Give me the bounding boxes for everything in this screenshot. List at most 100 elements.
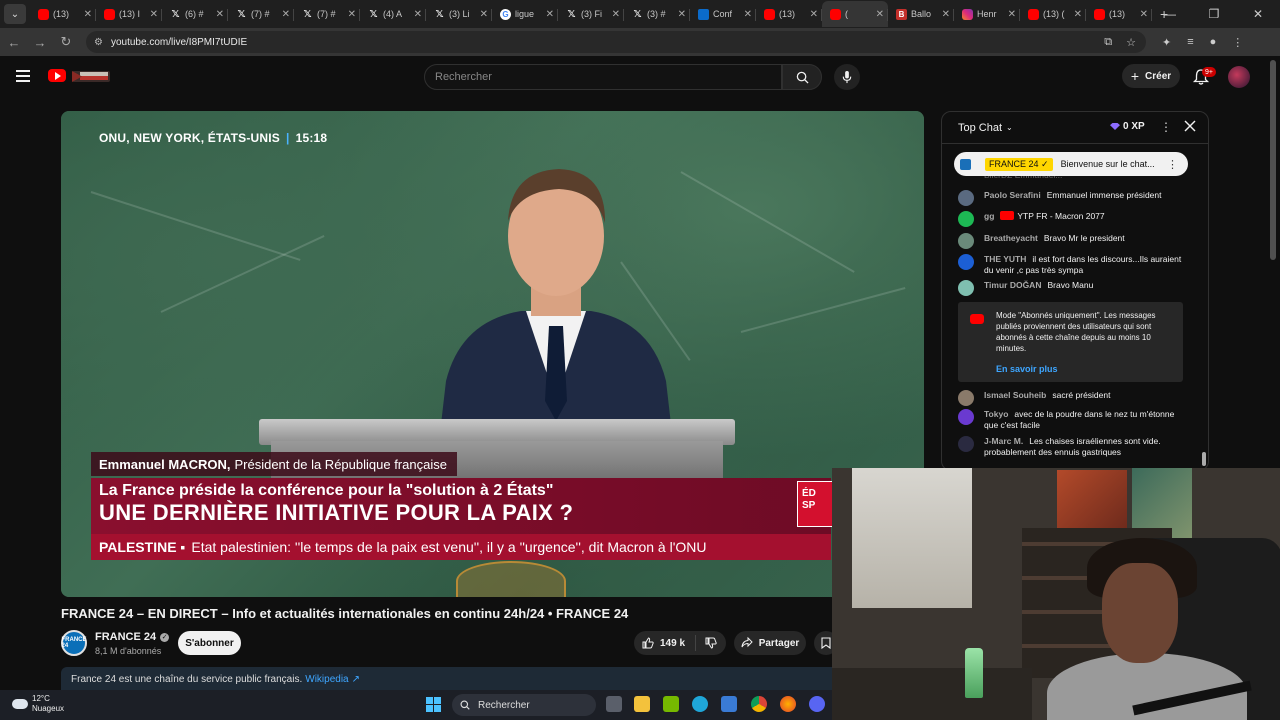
tab-close-icon[interactable]: ✕ [744, 9, 752, 20]
chat-avatar[interactable] [958, 390, 974, 406]
browser-tab[interactable]: (13) (✕ [1020, 1, 1086, 27]
channel-name-row[interactable]: FRANCE 24 ✓ [95, 631, 170, 643]
browser-tab[interactable]: (✕ [822, 1, 888, 27]
create-button[interactable]: + Créer [1122, 64, 1180, 88]
browser-tab[interactable]: Gligue ✕ [492, 1, 558, 27]
chat-author[interactable]: Ismael Souheib [984, 390, 1046, 400]
close-icon[interactable] [1182, 118, 1198, 134]
chat-author[interactable]: gg [984, 211, 994, 221]
tab-close-icon[interactable]: ✕ [150, 9, 158, 20]
account-avatar[interactable] [1228, 66, 1250, 88]
edge-icon[interactable] [692, 696, 708, 712]
tab-close-icon[interactable]: ✕ [942, 9, 950, 20]
share-button[interactable]: Partager [734, 631, 806, 655]
search-input[interactable]: Rechercher [424, 64, 782, 90]
profile-icon[interactable]: ● [1210, 36, 1217, 49]
video-player[interactable]: ONU, NEW YORK, ÉTATS-UNIS | 15:18 Emmanu… [61, 111, 924, 597]
tab-close-icon[interactable]: ✕ [1074, 9, 1082, 20]
tab-close-icon[interactable]: ✕ [282, 9, 290, 20]
chat-author[interactable]: Paolo Serafini [984, 190, 1041, 200]
chrome-icon[interactable] [751, 696, 767, 712]
chat-avatar[interactable] [958, 211, 974, 227]
forward-button[interactable]: → [28, 30, 52, 54]
windows-start-icon[interactable] [426, 697, 441, 712]
chat-avatar[interactable] [958, 190, 974, 206]
channel-name[interactable]: FRANCE 24 [95, 631, 156, 643]
browser-tab[interactable]: 𝕏 (3) Fi ✕ [558, 1, 624, 27]
install-app-icon[interactable]: ⧉ [1104, 36, 1112, 49]
youtube-doodle-logo[interactable] [70, 68, 112, 84]
chat-author[interactable]: THE YUTH [984, 254, 1026, 264]
page-scrollbar[interactable] [1270, 60, 1276, 260]
subscribe-button[interactable]: S'abonner [178, 631, 241, 655]
chat-author[interactable]: Timur DOĞAN [984, 280, 1041, 290]
tab-close-icon[interactable]: ✕ [414, 9, 422, 20]
chat-author[interactable]: J-Marc M. [984, 436, 1023, 446]
pinned-message[interactable]: FRANCE 24 ✓ Bienvenue sur le chat... ⋮ [954, 152, 1188, 176]
weather-widget[interactable]: 12°C Nuageux [12, 694, 64, 714]
browser-menu-icon[interactable]: ⋮ [1232, 36, 1243, 49]
chat-author[interactable]: Tokyo [984, 409, 1008, 419]
chat-avatar[interactable] [958, 254, 974, 270]
tab-close-icon[interactable]: ✕ [216, 9, 224, 20]
minimize-button[interactable]: — [1148, 0, 1192, 28]
tab-close-icon[interactable]: ✕ [84, 9, 92, 20]
tab-close-icon[interactable]: ✕ [546, 9, 554, 20]
taskbar-search[interactable]: Rechercher [452, 694, 596, 716]
browser-tab[interactable]: (13) I ✕ [96, 1, 162, 27]
dislike-button[interactable] [696, 637, 726, 649]
maximize-button[interactable]: ❐ [1192, 0, 1236, 28]
tab-close-icon[interactable]: ✕ [1140, 9, 1148, 20]
browser-tab[interactable]: (13) ✕ [1086, 1, 1152, 27]
voice-search-button[interactable] [834, 64, 860, 90]
chat-more-icon[interactable]: ⋮ [1160, 120, 1172, 134]
browser-tab[interactable]: (13) ✕ [30, 1, 96, 27]
chat-avatar[interactable] [958, 233, 974, 249]
browser-tab[interactable]: 𝕏 (3) # ✕ [624, 1, 690, 27]
tab-close-icon[interactable]: ✕ [810, 9, 818, 20]
tab-close-icon[interactable]: ✕ [480, 9, 488, 20]
chat-avatar[interactable] [958, 409, 974, 425]
search-button[interactable] [782, 64, 822, 90]
tab-close-icon[interactable]: ✕ [1008, 9, 1016, 20]
bookmark-star-icon[interactable]: ☆ [1126, 36, 1136, 49]
browser-tab[interactable]: 𝕏 (7) # ✕ [294, 1, 360, 27]
browser-tab[interactable]: 𝕏 (3) Li ✕ [426, 1, 492, 27]
extensions-icon[interactable]: ✦ [1162, 36, 1171, 49]
store-icon[interactable] [721, 696, 737, 712]
close-window-button[interactable]: ✕ [1236, 0, 1280, 28]
chat-mode-dropdown[interactable]: Top Chat ⌄ [958, 122, 1013, 134]
site-info-icon[interactable]: ⚙ [94, 37, 103, 48]
browser-tab[interactable]: 𝕏 (4) A ✕ [360, 1, 426, 27]
file-explorer-icon[interactable] [634, 696, 650, 712]
browser-tab[interactable]: Conf ✕ [690, 1, 756, 27]
hamburger-menu-icon[interactable] [16, 70, 30, 82]
tab-close-icon[interactable]: ✕ [348, 9, 356, 20]
browser-tab[interactable]: Henr ✕ [954, 1, 1020, 27]
tab-search-button[interactable]: ⌄ [4, 4, 26, 24]
pinned-more-icon[interactable]: ⋮ [1167, 158, 1178, 171]
learn-more-link[interactable]: En savoir plus [996, 364, 1175, 375]
wikipedia-link[interactable]: Wikipedia [305, 674, 348, 685]
media-control-icon[interactable]: ≡ [1187, 36, 1193, 49]
chat-avatar[interactable] [958, 280, 974, 296]
like-button[interactable]: 149 k [634, 635, 697, 651]
browser-tab[interactable]: 𝕏 (7) # ✕ [228, 1, 294, 27]
task-view-icon[interactable] [606, 696, 622, 712]
reload-button[interactable]: ↻ [54, 30, 78, 54]
omnibox[interactable]: ⚙ youtube.com/live/I8PMI7tUDIE ⧉ ☆ [86, 31, 1146, 53]
nvidia-icon[interactable] [663, 696, 679, 712]
chat-scrollbar-thumb[interactable] [1202, 452, 1206, 466]
browser-tab[interactable]: 𝕏 (6) # ✕ [162, 1, 228, 27]
browser-tab[interactable]: B Ballo ✕ [888, 1, 954, 27]
chat-scrollbar[interactable] [1202, 152, 1206, 470]
browser-tab[interactable]: (13) ✕ [756, 1, 822, 27]
tab-close-icon[interactable]: ✕ [678, 9, 686, 20]
chat-author[interactable]: Breatheyacht [984, 233, 1038, 243]
firefox-icon[interactable] [780, 696, 796, 712]
chat-avatar[interactable] [958, 436, 974, 452]
channel-avatar[interactable]: FRANCE 24 [61, 630, 87, 656]
back-button[interactable]: ← [2, 30, 26, 54]
tab-close-icon[interactable]: ✕ [876, 9, 884, 20]
youtube-logo[interactable] [48, 69, 66, 82]
